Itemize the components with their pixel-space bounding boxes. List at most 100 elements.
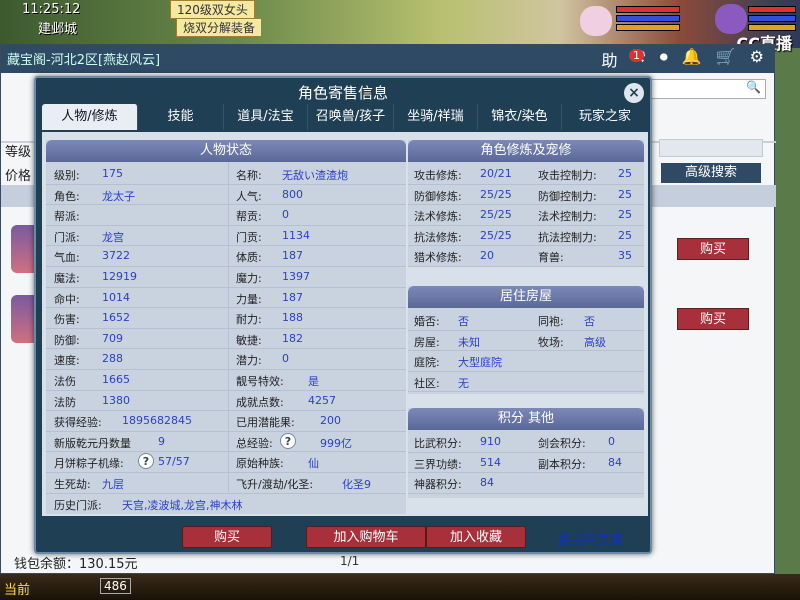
help-icon[interactable]: ? [280, 432, 296, 449]
info-row: 角色: 龙太子 人气: 800 [46, 185, 406, 206]
field-value: 1652 [102, 311, 130, 325]
field-value: 200 [320, 414, 341, 428]
field-value: 大型庭院 [458, 356, 502, 369]
field-value: 25/25 [480, 187, 512, 201]
tab-home[interactable]: 玩家之家 [562, 104, 648, 130]
pager[interactable]: 1/1 [340, 554, 359, 568]
field-value: 25/25 [480, 228, 512, 242]
field-label: 抗法修炼: [414, 230, 462, 244]
field-label: 靓号特效: [236, 375, 284, 388]
player-banner-sub: 烧双分解装备 [176, 18, 263, 37]
info-row: 婚否: 否 同袍: 否 [408, 310, 644, 331]
tab-items[interactable]: 道具/法宝 [224, 104, 308, 130]
field-label: 抗法控制力: [538, 230, 597, 244]
cultivation-panel: 角色修炼及宠修 攻击修炼: 20/21 攻击控制力: 25 防御修炼: 25/25 防御控制… [408, 140, 644, 267]
game-bottom-bar: 当前 486 [0, 574, 800, 600]
field-label: 门派: [54, 230, 80, 244]
result-buy-button[interactable]: 购买 [677, 238, 749, 260]
pet-status-bars [616, 6, 680, 33]
field-value: 25 [618, 208, 632, 221]
player-banner: 120级双女头 [170, 0, 255, 19]
close-button[interactable]: × [624, 83, 644, 103]
history-label: 历史门派: [54, 499, 102, 512]
info-row: 法术修炼: 25/25 法术控制力: 25 [408, 205, 644, 226]
level-range-input[interactable] [659, 139, 763, 157]
tab-pets[interactable]: 召唤兽/孩子 [308, 104, 394, 130]
field-value: 龙宫 [102, 230, 124, 244]
help-button[interactable]: 助 [601, 47, 617, 71]
add-to-cart-button[interactable]: 加入购物车 [306, 526, 426, 548]
field-value: 1014 [102, 290, 130, 304]
field-value: 910 [480, 435, 501, 448]
field-value: 九层 [102, 478, 124, 491]
field-label: 获得经验: [54, 416, 102, 430]
field-label: 成就点数: [236, 395, 284, 409]
info-row: 法伤 1665 靓号特效: 是 [46, 370, 406, 391]
info-row: 生死劫: 九层 飞升/渡劫/化圣: 化圣9 [46, 473, 406, 494]
info-row: 比武积分: 910 剑会积分: 0 [408, 432, 644, 453]
tab-character[interactable]: 人物/修炼 [42, 104, 138, 130]
field-label: 已用潜能果: [236, 416, 295, 430]
info-row: 获得经验: 1895682845 已用潜能果: 200 [46, 411, 406, 432]
stop-icon[interactable]: ⏺ [660, 47, 668, 71]
field-label: 剑会积分: [538, 437, 586, 450]
online-count: 486 [100, 578, 131, 594]
info-row: 防御修炼: 25/25 防御控制力: 25 [408, 185, 644, 205]
field-value: 188 [282, 311, 303, 325]
field-label: 法术修炼: [414, 210, 462, 223]
search-icon[interactable]: 🔍 [746, 80, 761, 94]
history-value: 天宫,凌波城,龙宫,神木林 [122, 499, 243, 512]
result-buy-button[interactable]: 购买 [677, 308, 749, 330]
pet-avatar[interactable] [580, 6, 612, 36]
advanced-search-button[interactable]: 高级搜索 [661, 163, 761, 183]
info-row: 房屋: 未知 牧场: 高级 [408, 331, 644, 351]
channel-label[interactable]: 当前 [4, 579, 30, 598]
field-value: 1665 [102, 373, 130, 386]
field-label: 猎术修炼: [414, 251, 462, 264]
info-row: 防御: 709 敏捷: 182 [46, 329, 406, 350]
field-value: 709 [102, 331, 123, 345]
bell-icon[interactable]: 🔔 [682, 47, 702, 71]
field-label: 帮贡: [236, 210, 262, 224]
tab-mounts[interactable]: 坐骑/祥瑞 [394, 104, 478, 130]
field-value: 12919 [102, 270, 137, 283]
info-row: 攻击修炼: 20/21 攻击控制力: 25 [408, 164, 644, 185]
dialog-title: 角色寄售信息 [297, 84, 388, 102]
player-status-bars [748, 6, 796, 33]
tab-content: 人物状态 级别: 175 名称: 无敌い渣渣炮 角色: 龙太子 人气: 800 帮派: 帮贡: 0 门… [42, 132, 648, 516]
field-label: 生死劫: [54, 478, 91, 491]
field-label: 帮派: [54, 210, 80, 224]
field-label: 牧场: [538, 335, 564, 349]
role-sale-info-dialog: 角色寄售信息 × 人物/修炼 技能 道具/法宝 召唤兽/孩子 坐骑/祥瑞 锦衣/… [34, 76, 652, 554]
cbg-search-input[interactable]: 🔍 [641, 79, 766, 99]
field-value: 1134 [282, 228, 310, 242]
add-to-favorites-button[interactable]: 加入收藏 [426, 526, 526, 548]
buy-button[interactable]: 购买 [182, 526, 272, 548]
notification-badge: 1 [629, 49, 644, 62]
settings-icon[interactable]: ⚙ [750, 47, 764, 71]
cultivation-heading: 角色修炼及宠修 [408, 140, 644, 162]
field-label: 育兽: [538, 251, 564, 264]
info-row: 法防 1380 成就点数: 4257 [46, 391, 406, 412]
wallet-balance: 钱包余额：130.15元 [14, 557, 138, 572]
field-label: 原始种族: [236, 457, 284, 471]
field-value: 是 [308, 375, 319, 388]
help-icon[interactable]: ? [138, 453, 154, 470]
field-value: 514 [480, 455, 501, 469]
web-version-link[interactable]: 使用网页版 [558, 529, 623, 548]
field-value: 无敌い渣渣炮 [282, 169, 348, 182]
field-value: 800 [282, 187, 303, 201]
cart-icon[interactable]: 🛒 [716, 47, 736, 71]
tab-skills[interactable]: 技能 [138, 104, 224, 130]
info-row: 魔法: 12919 魔力: 1397 [46, 267, 406, 288]
field-value: 无 [458, 376, 469, 390]
field-label: 房屋: [414, 335, 440, 349]
residence-heading: 居住房屋 [408, 286, 644, 308]
tab-outfits[interactable]: 锦衣/染色 [478, 104, 562, 130]
field-value: 9 [158, 434, 165, 448]
field-value: 未知 [458, 335, 480, 349]
field-value: 化圣9 [342, 478, 371, 491]
points-panel: 积分 其他 比武积分: 910 剑会积分: 0 三界功绩: 514 副本积分: 84 神器积分:… [408, 408, 644, 498]
field-value: 288 [102, 352, 123, 366]
info-row: 月饼粽子机缘: 57/57 原始种族: 仙? [46, 452, 406, 473]
